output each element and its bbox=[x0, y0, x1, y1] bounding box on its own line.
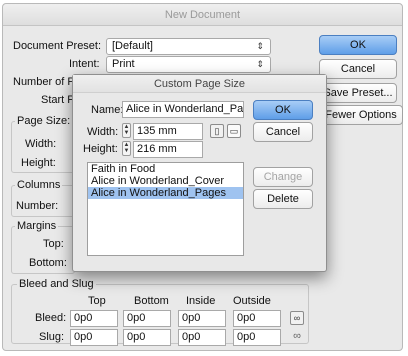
bleed-header-outside: Outside bbox=[233, 295, 271, 307]
fewer-options-button[interactable]: Fewer Options bbox=[319, 105, 403, 125]
bleed-header-bottom: Bottom bbox=[134, 295, 169, 307]
portrait-orientation-icon[interactable]: ▯ bbox=[210, 124, 224, 138]
width-stepper-icon[interactable]: ▲ ▼ bbox=[122, 123, 131, 138]
save-preset-button[interactable]: Save Preset... bbox=[319, 83, 397, 103]
cancel-button[interactable]: Cancel bbox=[319, 59, 397, 79]
bleed-label: Bleed: bbox=[35, 312, 67, 324]
slug-top-field[interactable]: 0p0 bbox=[70, 329, 118, 346]
name-input[interactable]: Alice in Wonderland_Pages bbox=[122, 101, 244, 118]
height-label: Height: bbox=[83, 143, 118, 155]
width-label: Width: bbox=[87, 126, 119, 138]
list-item[interactable]: Faith in Food bbox=[88, 163, 243, 175]
window-title: New Document bbox=[3, 4, 402, 26]
document-preset-select[interactable]: [Default] ⇕ bbox=[106, 38, 271, 55]
height-input[interactable]: 216 mm bbox=[133, 141, 203, 158]
slug-outside-field[interactable]: 0p0 bbox=[233, 329, 281, 346]
page-width-label: Width: bbox=[25, 138, 57, 150]
margins-label: Margins bbox=[15, 220, 59, 232]
list-item[interactable]: Alice in Wonderland_Cover bbox=[88, 175, 243, 187]
list-item-selected[interactable]: Alice in Wonderland_Pages bbox=[88, 187, 243, 199]
intent-label: Intent: bbox=[69, 58, 100, 70]
page-height-label: Height: bbox=[21, 157, 56, 169]
slug-bottom-field[interactable]: 0p0 bbox=[123, 329, 171, 346]
ok-button[interactable]: OK bbox=[319, 35, 397, 55]
intent-value: Print bbox=[112, 58, 135, 70]
name-label: Name: bbox=[91, 104, 124, 116]
margin-top-label: Top: bbox=[43, 238, 64, 250]
bleed-slug-title: Bleed and Slug bbox=[17, 278, 96, 290]
landscape-orientation-icon[interactable]: ▭ bbox=[227, 124, 241, 138]
page-size-list[interactable]: Faith in Food Alice in Wonderland_Cover … bbox=[87, 162, 244, 256]
bleed-inside-field[interactable]: 0p0 bbox=[178, 310, 226, 327]
custom-cancel-button[interactable]: Cancel bbox=[253, 122, 313, 142]
document-preset-value: [Default] bbox=[112, 40, 153, 52]
link-bleed-icon[interactable]: ∞ bbox=[290, 311, 304, 325]
columns-label: Columns bbox=[15, 179, 63, 191]
bleed-header-inside: Inside bbox=[186, 295, 216, 307]
change-button[interactable]: Change bbox=[253, 167, 313, 187]
bleed-bottom-field[interactable]: 0p0 bbox=[123, 310, 171, 327]
margin-bottom-label: Bottom: bbox=[29, 257, 67, 269]
bleed-outside-field[interactable]: 0p0 bbox=[233, 310, 281, 327]
height-stepper-icon[interactable]: ▲ ▼ bbox=[122, 141, 131, 156]
width-input[interactable]: 135 mm bbox=[133, 123, 203, 140]
document-preset-label: Document Preset: bbox=[13, 40, 102, 52]
custom-page-size-title: Custom Page Size bbox=[73, 75, 326, 93]
custom-page-size-dialog: Custom Page Size Name: Alice in Wonderla… bbox=[72, 74, 327, 272]
custom-ok-button[interactable]: OK bbox=[253, 100, 313, 120]
slug-label: Slug: bbox=[39, 331, 65, 343]
intent-select[interactable]: Print ⇕ bbox=[106, 56, 271, 73]
updown-arrows-icon: ⇕ bbox=[256, 41, 264, 51]
bleed-top-field[interactable]: 0p0 bbox=[70, 310, 118, 327]
page-size-label: Page Size: bbox=[15, 115, 73, 127]
number-of-pages-label: Number of Pa bbox=[13, 76, 81, 88]
bleed-header-top: Top bbox=[88, 295, 106, 307]
new-document-window: New Document Document Preset: [Default] … bbox=[2, 3, 403, 351]
columns-number-label: Number: bbox=[16, 200, 59, 212]
slug-inside-field[interactable]: 0p0 bbox=[178, 329, 226, 346]
delete-button[interactable]: Delete bbox=[253, 189, 313, 209]
link-slug-icon[interactable]: ∞ bbox=[290, 330, 304, 342]
updown-arrows-icon: ⇕ bbox=[256, 59, 264, 69]
